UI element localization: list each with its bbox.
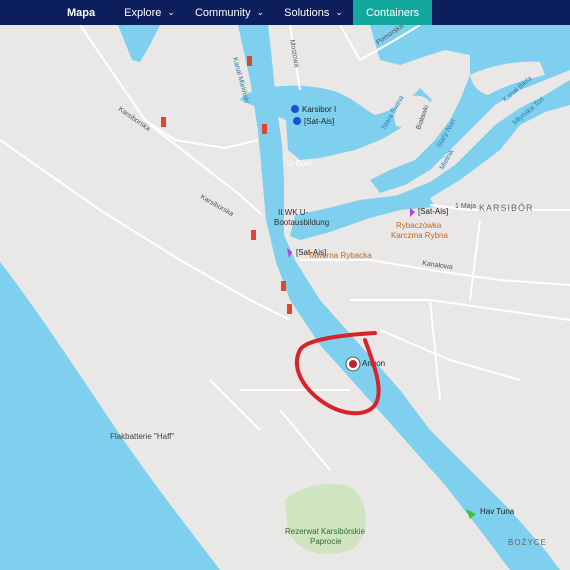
- place-label: Bootausbildung: [274, 218, 329, 227]
- blue-circle-marker[interactable]: [291, 105, 299, 113]
- nav-item-label: Community: [194, 6, 251, 19]
- nav-item-containers[interactable]: Containers: [352, 0, 433, 25]
- place-label: KARSIBÓR: [479, 203, 534, 213]
- vessel-label: [Sat-Ais]: [304, 117, 334, 126]
- vessel-label: [Sat-Ais]: [418, 207, 448, 216]
- place-label: II.WK U-: [278, 208, 309, 217]
- place-label: Paprocie: [310, 537, 342, 546]
- place-label: Rezerwat Karsibórskie: [285, 527, 366, 536]
- nav-item-label: Solutions: [284, 6, 330, 19]
- nav-item-label: Containers: [365, 6, 420, 19]
- street-label: 1 Maja: [455, 203, 476, 210]
- vessel-label: Hav Tuna: [480, 507, 515, 516]
- selected-vessel-marker[interactable]: [349, 360, 357, 368]
- chevron-down-icon: ⌄: [256, 7, 265, 17]
- chevron-down-icon: ⌄: [167, 7, 175, 17]
- chevron-down-icon: ⌄: [335, 7, 343, 17]
- place-label: Tawerna Rybacka: [308, 251, 372, 260]
- place-label: Karczma Rybna: [391, 231, 448, 240]
- nav-item-label: Explore: [124, 6, 162, 19]
- nav-item-solutions[interactable]: Solutions ⌄: [274, 0, 353, 25]
- nav-brand-mapa[interactable]: Mapa: [0, 0, 114, 25]
- blue-circle-marker[interactable]: [293, 117, 301, 125]
- nav-item-explore[interactable]: Explore ⌄: [114, 0, 185, 25]
- vessel-label: Karsibor I: [302, 105, 336, 114]
- map-canvas[interactable]: Karsibor I [Sat-Ais] [Sat-Ais] [Sat-Ais]…: [0, 25, 570, 570]
- place-label: Rybaczówka: [396, 221, 442, 230]
- nav-item-community[interactable]: Community ⌄: [185, 0, 274, 25]
- place-label: BOŻYCE: [508, 538, 547, 547]
- top-navigation-bar: Mapa Explore ⌄ Community ⌄ Solutions ⌄ C…: [0, 0, 570, 25]
- place-label: U-Boot: [287, 159, 313, 168]
- place-label: Flakbatterie "Haff": [110, 432, 174, 441]
